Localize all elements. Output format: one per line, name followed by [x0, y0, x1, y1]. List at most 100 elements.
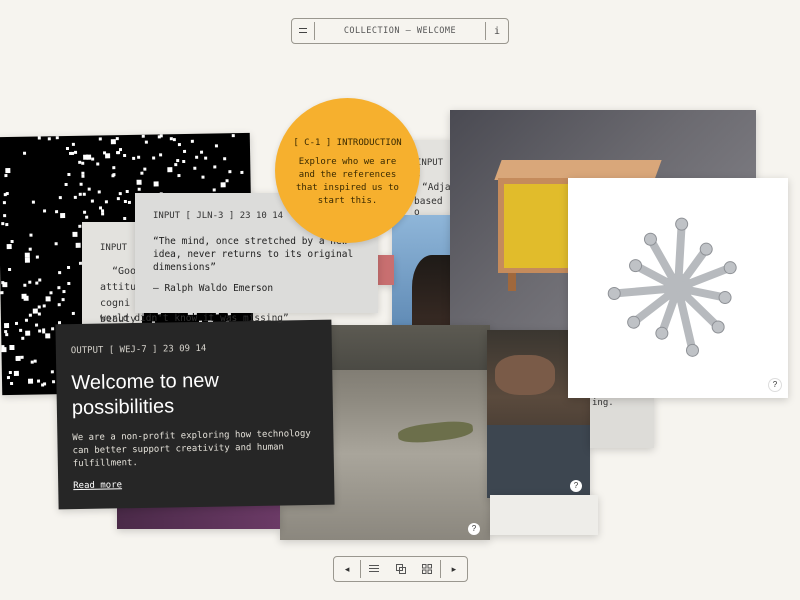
introduction-circle[interactable]: [ C-1 ] INTRODUCTION Explore who we are …	[275, 98, 420, 243]
pixel-dot	[67, 265, 71, 270]
pixel-dot	[35, 281, 39, 285]
portrait-photo-help[interactable]: ?	[570, 480, 582, 492]
pixel-dot	[6, 243, 12, 250]
pixel-dot	[214, 144, 218, 148]
pixel-dot	[24, 252, 30, 258]
pixel-dot	[112, 166, 116, 170]
list-view-button[interactable]	[361, 557, 387, 581]
top-bar: COLLECTION — WELCOME i	[291, 18, 509, 44]
pixel-dot	[144, 140, 148, 144]
chrome-sculpture-image	[607, 217, 737, 357]
pixel-dot	[28, 247, 32, 251]
pixel-dot	[24, 257, 30, 263]
pixel-dot	[137, 155, 141, 159]
pixel-dot	[60, 213, 66, 219]
gray-card-fragment[interactable]: ing.	[590, 395, 654, 448]
stack-view-button[interactable]	[387, 557, 413, 581]
previous-button[interactable]: ◂	[334, 557, 360, 581]
pixel-dot	[4, 174, 8, 178]
stack-view-icon	[395, 564, 406, 574]
sculpture-arm-tip	[629, 259, 643, 273]
input-card-left-line: cogni	[100, 298, 131, 309]
pixel-dot	[28, 280, 32, 284]
next-button[interactable]: ▸	[441, 557, 467, 581]
purple-photo-strip[interactable]	[117, 505, 280, 529]
pixel-dot	[37, 312, 41, 316]
pixel-dot	[143, 167, 147, 171]
pixel-dot	[41, 383, 45, 387]
pale-card[interactable]	[490, 495, 598, 535]
pixel-dot	[213, 165, 217, 169]
pixel-dot	[21, 293, 27, 299]
pixel-dot	[37, 305, 41, 309]
pixel-dot	[74, 150, 78, 154]
pixel-dot	[45, 333, 51, 339]
pixel-dot	[25, 330, 31, 336]
pixel-dot	[4, 323, 10, 329]
pixel-dot	[32, 308, 38, 314]
pixel-dot	[132, 156, 136, 160]
input-card-left-tail: world didn't know it was missing”	[100, 313, 289, 324]
pixel-dot	[137, 187, 141, 191]
pixel-dot	[116, 151, 120, 155]
pixel-dot	[101, 212, 105, 216]
pixel-dot	[190, 139, 194, 143]
sculpture-arm-tip	[643, 232, 657, 246]
pixel-dot	[9, 344, 15, 351]
pixel-dot	[73, 195, 77, 199]
pixel-dot	[47, 137, 51, 141]
introduction-header: [ C-1 ] INTRODUCTION	[293, 138, 402, 148]
grass-tuft	[397, 419, 474, 445]
pixel-dot	[118, 192, 122, 196]
pixel-dot	[140, 171, 144, 175]
pixel-dot	[29, 233, 33, 237]
pixel-dot	[24, 318, 28, 322]
pixel-dot	[0, 291, 4, 295]
pixel-dot	[5, 223, 9, 227]
pixel-dot	[231, 134, 235, 138]
pixel-dot	[55, 136, 59, 140]
sculpture-photo[interactable]: ?	[568, 178, 788, 398]
pixel-dot	[82, 192, 86, 196]
pixel-dot	[38, 278, 42, 282]
pixel-dot	[8, 371, 12, 375]
pixel-dot	[225, 179, 229, 183]
menu-button[interactable]	[292, 19, 314, 43]
introduction-text: Explore who we are and the references th…	[296, 157, 399, 206]
pixel-dot	[33, 359, 37, 363]
pixel-dot	[177, 143, 181, 147]
pixel-dot	[65, 146, 70, 151]
pixel-dot	[103, 151, 107, 155]
pixel-dot	[78, 224, 82, 228]
pixel-dot	[193, 166, 197, 170]
pixel-dot	[159, 134, 163, 138]
read-more-link[interactable]: Read more	[73, 480, 122, 491]
output-card[interactable]: OUTPUT [ WEJ-7 ] 23 09 14 Welcome to new…	[55, 319, 335, 510]
pixel-dot	[97, 190, 101, 194]
street-photo-help[interactable]: ?	[468, 523, 480, 535]
pixel-dot	[67, 281, 71, 286]
pixel-dot	[91, 157, 95, 161]
pixel-dot	[38, 329, 42, 333]
info-button[interactable]: i	[486, 19, 508, 43]
pixel-dot	[54, 242, 58, 246]
pixel-dot	[81, 174, 85, 178]
sculpture-arm-tip	[699, 242, 713, 256]
pixel-dot	[14, 321, 19, 325]
sky-photo[interactable]	[392, 215, 454, 335]
pixel-dot	[177, 174, 181, 178]
pixel-dot	[127, 200, 131, 204]
grid-view-button[interactable]	[414, 557, 440, 581]
pixel-dot	[42, 330, 46, 334]
sculpture-photo-help[interactable]: ?	[768, 378, 782, 392]
pixel-dot	[96, 162, 100, 166]
pixel-dot	[115, 137, 119, 141]
pixel-dot	[71, 311, 75, 315]
pink-photo-strip[interactable]	[378, 255, 394, 285]
pixel-dot	[182, 159, 186, 164]
pixel-dot	[2, 201, 6, 205]
pixel-dot	[28, 313, 32, 317]
pixel-dot	[125, 189, 129, 193]
pixel-dot	[1, 222, 5, 226]
pixel-dot	[240, 170, 244, 174]
